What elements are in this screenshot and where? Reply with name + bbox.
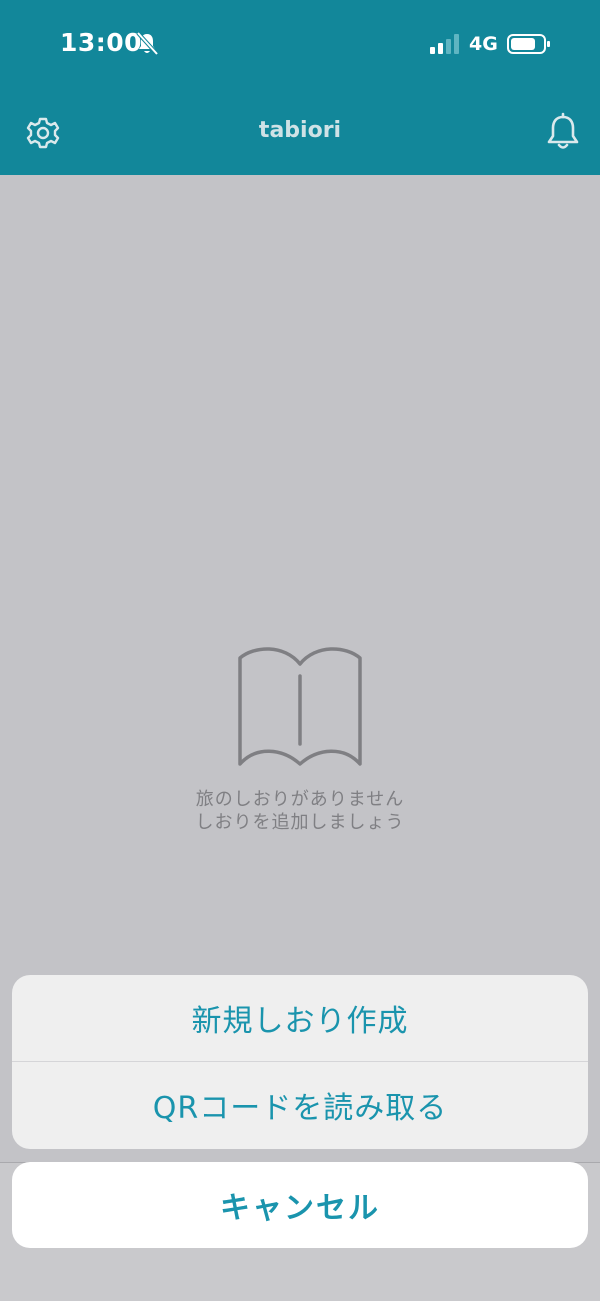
empty-message-line-1: 旅のしおりがありません: [195, 789, 405, 810]
create-bookmark-button[interactable]: 新規しおり作成: [12, 975, 588, 1061]
network-label: 4G: [469, 33, 498, 55]
battery-icon: [507, 34, 550, 54]
bell-slash-icon: [136, 32, 158, 56]
empty-message: 旅のしおりがありません しおりを追加しましょう: [0, 788, 600, 834]
signal-icon: [430, 34, 459, 54]
app-header: 13:00 4G tabiori: [0, 0, 600, 175]
scan-qr-button[interactable]: QRコードを読み取る: [12, 1062, 588, 1148]
action-sheet: 新規しおり作成 QRコードを読み取る: [12, 975, 588, 1149]
empty-message-line-2: しおりを追加しましょう: [195, 812, 405, 833]
status-time: 13:00: [60, 28, 143, 57]
page-title: tabiori: [258, 118, 342, 143]
bell-icon[interactable]: [543, 112, 583, 152]
book-icon: [238, 647, 362, 766]
cancel-button[interactable]: キャンセル: [12, 1162, 588, 1248]
